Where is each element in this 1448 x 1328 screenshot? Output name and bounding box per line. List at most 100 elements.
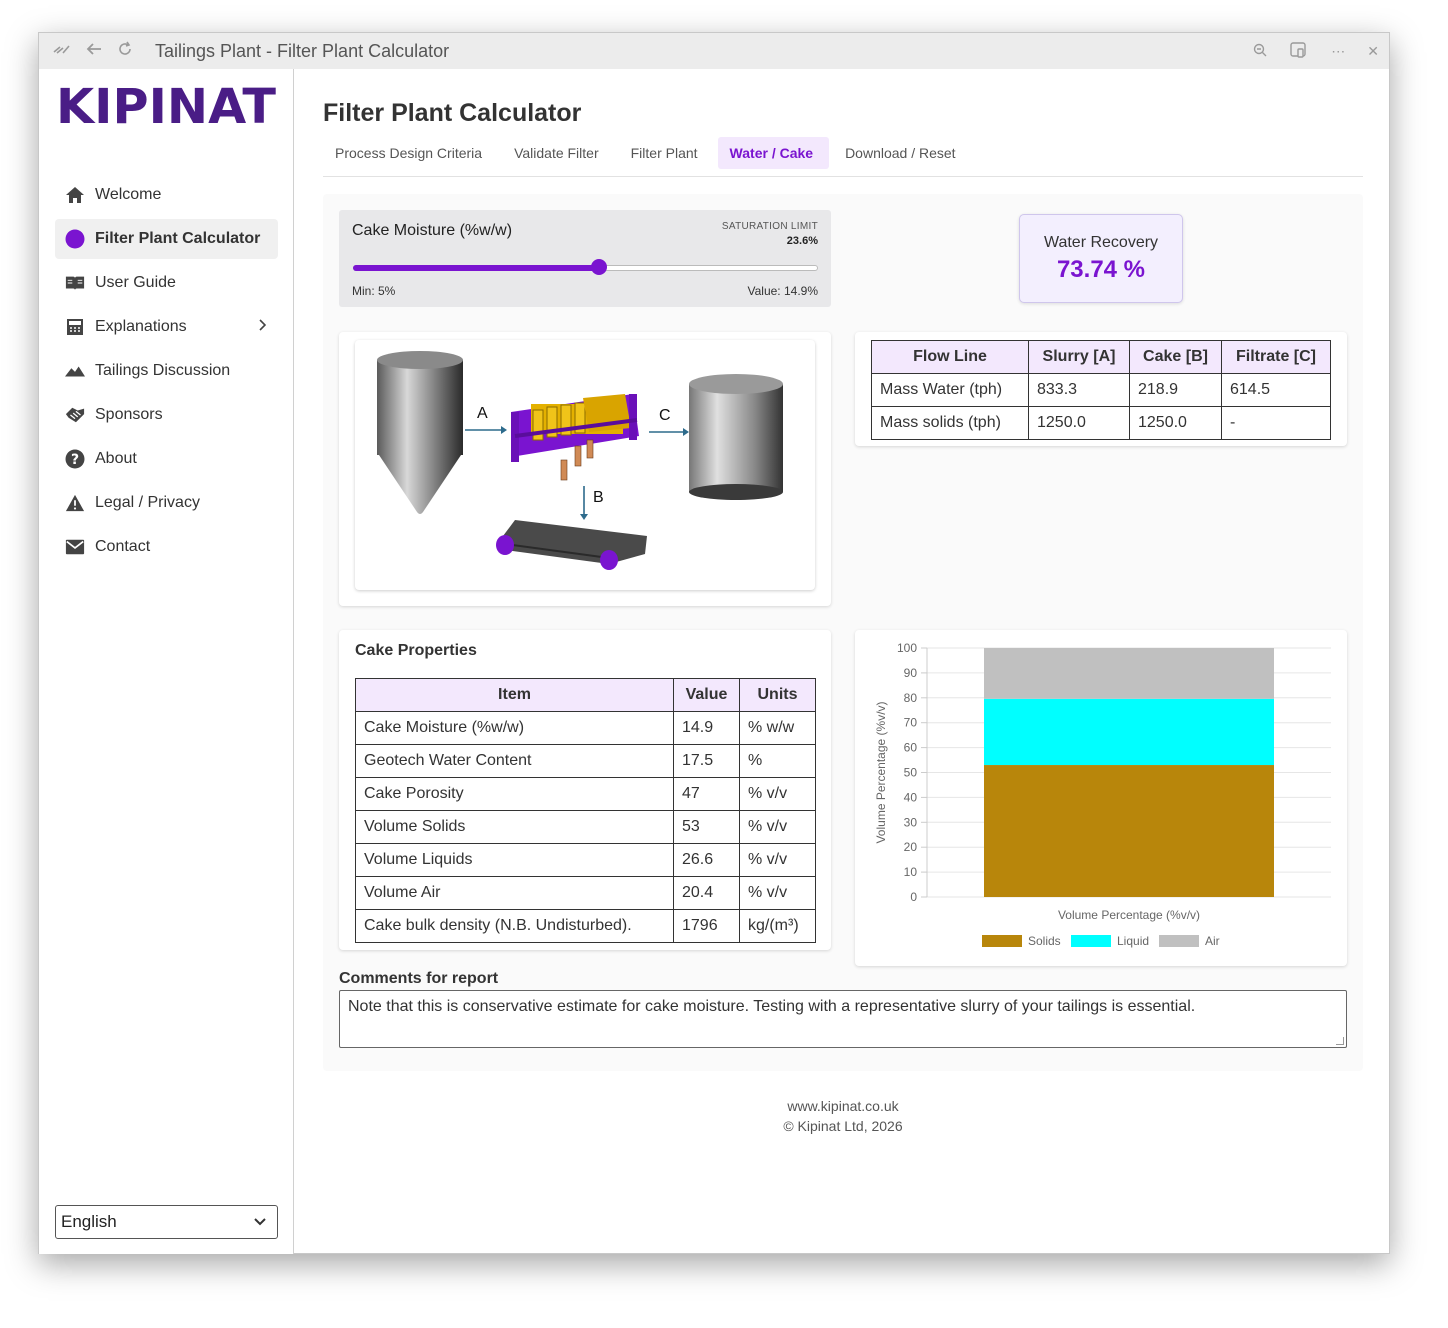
sidebar-item-tailings-discussion[interactable]: Tailings Discussion bbox=[55, 351, 278, 391]
sidebar-item-sponsors[interactable]: Sponsors bbox=[55, 395, 278, 435]
slider-thumb[interactable] bbox=[591, 259, 608, 275]
title-bar: Tailings Plant - Filter Plant Calculator… bbox=[39, 33, 1389, 69]
warning-icon bbox=[65, 493, 85, 513]
volume-percentage-chart: 0 10 20 30 40 50 60 70 80 90 100 Volume Percentage … bbox=[874, 641, 1331, 948]
table-row: Volume Liquids 26.6 % v/v bbox=[355, 843, 816, 877]
purple-dot-icon bbox=[65, 229, 85, 249]
volume-chart-card: 0 10 20 30 40 50 60 70 80 90 100 Volume Percentage … bbox=[855, 630, 1347, 966]
slider-label: Cake Moisture (%w/w) bbox=[352, 222, 513, 239]
back-icon[interactable] bbox=[85, 42, 103, 61]
svg-text:?: ? bbox=[71, 452, 79, 468]
bar-segment-solids bbox=[984, 765, 1274, 897]
table-header-cell: Flow Line bbox=[871, 340, 1029, 374]
app-icon[interactable] bbox=[1289, 41, 1309, 62]
table-row: Cake Moisture (%w/w) 14.9 % w/w bbox=[355, 711, 816, 745]
sidebar-item-legal-privacy[interactable]: Legal / Privacy bbox=[55, 483, 278, 523]
sidebar-item-label: Filter Plant Calculator bbox=[95, 230, 261, 247]
window-title: Tailings Plant - Filter Plant Calculator bbox=[155, 40, 450, 61]
table-row: Volume Solids 53 % v/v bbox=[355, 810, 816, 844]
sidebar-item-label: Explanations bbox=[95, 318, 187, 335]
tab-process-design-criteria[interactable]: Process Design Criteria bbox=[323, 137, 498, 169]
table-cell: 614.5 bbox=[1221, 373, 1331, 407]
table-cell: Geotech Water Content bbox=[355, 744, 674, 778]
table-header-cell: Item bbox=[355, 678, 674, 712]
zoom-icon[interactable] bbox=[1253, 43, 1267, 60]
close-icon[interactable]: ✕ bbox=[1367, 43, 1379, 60]
table-row: Cake bulk density (N.B. Undisturbed). 17… bbox=[355, 909, 816, 943]
table-cell: 1250.0 bbox=[1028, 406, 1130, 440]
y-tick-label: 20 bbox=[904, 840, 918, 854]
water-recovery-label: Water Recovery bbox=[1043, 234, 1159, 251]
language-select[interactable]: English bbox=[55, 1205, 278, 1239]
resize-handle-icon[interactable] bbox=[1336, 1037, 1344, 1045]
flow-table-card: Flow Line Slurry [A] Cake [B] Filtrate [… bbox=[855, 332, 1347, 446]
kipinat-logo[interactable]: KIPINAT bbox=[55, 79, 277, 135]
table-cell: 17.5 bbox=[673, 744, 740, 778]
cake-properties-card: Cake Properties Item Value Units Cake Mo… bbox=[339, 630, 831, 950]
tab-bar: Process Design Criteria Validate Filter … bbox=[323, 137, 1363, 177]
legend-swatch-solids bbox=[982, 935, 1022, 947]
slider-fill bbox=[353, 265, 600, 271]
filtrate-tank-shape bbox=[689, 374, 783, 500]
page-title: Filter Plant Calculator bbox=[323, 99, 582, 127]
table-cell: Volume Air bbox=[355, 876, 674, 910]
sidebar-item-about[interactable]: ? About bbox=[55, 439, 278, 479]
slider-min-text: Min: 5% bbox=[352, 284, 396, 298]
menu-icon[interactable] bbox=[53, 42, 71, 61]
mail-icon bbox=[65, 537, 85, 557]
sidebar-item-explanations[interactable]: Explanations bbox=[55, 307, 278, 347]
footer-site-link[interactable]: www.kipinat.co.uk bbox=[323, 1096, 1363, 1116]
filter-press-shape bbox=[511, 394, 639, 481]
water-recovery-card: Water Recovery 73.74 % bbox=[1019, 214, 1183, 303]
table-cell: % v/v bbox=[739, 843, 816, 877]
saturation-limit-value: 23.6% bbox=[786, 235, 818, 247]
legend-label-solids: Solids bbox=[1028, 934, 1061, 948]
y-tick-label: 80 bbox=[904, 691, 918, 705]
table-header-cell: Filtrate [C] bbox=[1221, 340, 1331, 374]
comments-label: Comments for report bbox=[339, 970, 499, 987]
sidebar-item-label: Tailings Discussion bbox=[95, 362, 231, 379]
table-row: Geotech Water Content 17.5 % bbox=[355, 744, 816, 778]
tab-download-reset[interactable]: Download / Reset bbox=[833, 137, 972, 169]
process-diagram-card: A C B bbox=[339, 332, 831, 606]
table-cell: 47 bbox=[673, 777, 740, 811]
feed-tank-shape bbox=[377, 351, 463, 514]
table-cell: 833.3 bbox=[1028, 373, 1130, 407]
handshake-icon bbox=[65, 405, 85, 425]
comments-text: Note that this is conservative estimate … bbox=[348, 998, 1196, 1015]
table-header-cell: Slurry [A] bbox=[1028, 340, 1130, 374]
table-cell: % v/v bbox=[739, 810, 816, 844]
calculator-icon bbox=[65, 317, 85, 337]
sidebar-item-filter-plant-calculator[interactable]: Filter Plant Calculator bbox=[55, 219, 278, 259]
label-a: A bbox=[477, 405, 488, 422]
sidebar-item-user-guide[interactable]: User Guide bbox=[55, 263, 278, 303]
table-row: Volume Air 20.4 % v/v bbox=[355, 876, 816, 910]
footer: www.kipinat.co.uk © Kipinat Ltd, 2026 bbox=[323, 1096, 1363, 1136]
comments-textarea[interactable]: Note that this is conservative estimate … bbox=[339, 990, 1347, 1048]
y-tick-label: 60 bbox=[904, 741, 918, 755]
y-tick-label: 90 bbox=[904, 666, 918, 680]
process-diagram: A C B bbox=[355, 340, 815, 590]
sidebar-item-contact[interactable]: Contact bbox=[55, 527, 278, 567]
tab-water-cake[interactable]: Water / Cake bbox=[717, 137, 830, 169]
chevron-down-icon bbox=[253, 1213, 267, 1233]
more-icon[interactable]: ⋯ bbox=[1331, 43, 1345, 60]
table-header-cell: Cake [B] bbox=[1129, 340, 1222, 374]
sidebar-item-welcome[interactable]: Welcome bbox=[55, 175, 278, 215]
mountain-icon bbox=[65, 361, 85, 381]
tab-validate-filter[interactable]: Validate Filter bbox=[502, 137, 615, 169]
table-cell: kg/(m³) bbox=[739, 909, 816, 943]
footer-copyright: © Kipinat Ltd, 2026 bbox=[783, 1118, 903, 1134]
chevron-right-icon bbox=[258, 318, 267, 334]
table-cell: % w/w bbox=[739, 711, 816, 745]
conveyor-shape bbox=[496, 520, 647, 570]
x-axis-label: Volume Percentage (%v/v) bbox=[1058, 908, 1200, 922]
flow-table: Flow Line Slurry [A] Cake [B] Filtrate [… bbox=[871, 340, 1331, 440]
table-row: Mass Water (tph) 833.3 218.9 614.5 bbox=[871, 373, 1331, 407]
reload-icon[interactable] bbox=[117, 41, 133, 62]
cake-properties-title: Cake Properties bbox=[355, 642, 477, 659]
label-c: C bbox=[659, 407, 671, 424]
legend-label-liquid: Liquid bbox=[1117, 934, 1149, 948]
home-icon bbox=[65, 185, 85, 205]
tab-filter-plant[interactable]: Filter Plant bbox=[619, 137, 714, 169]
